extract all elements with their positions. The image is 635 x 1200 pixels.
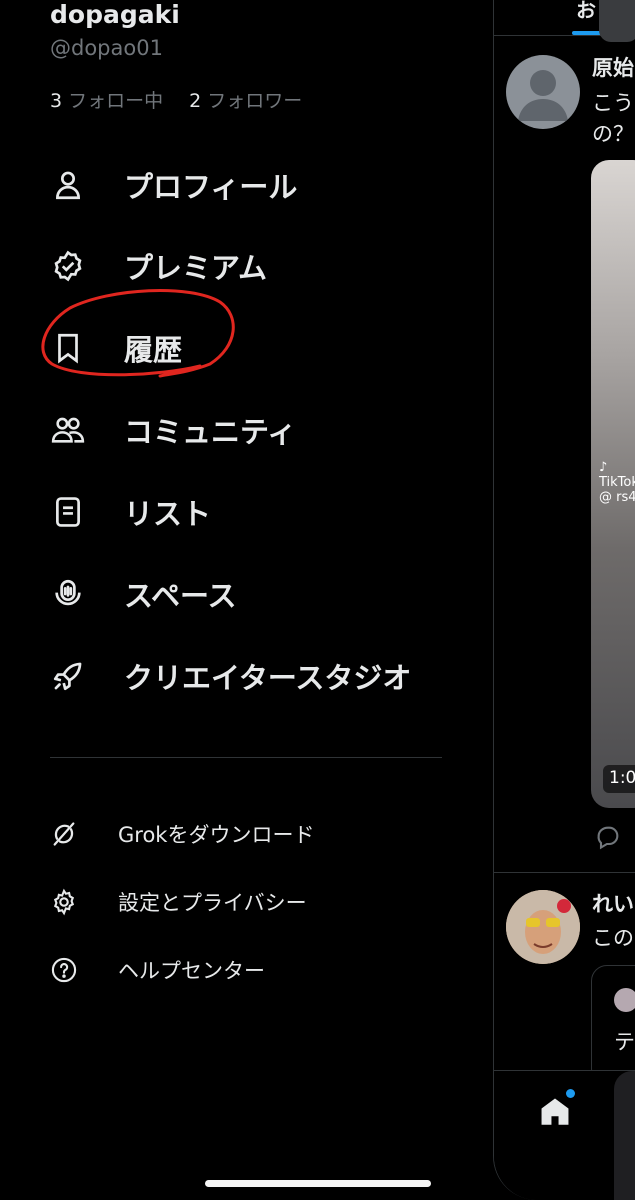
nav-item-label: ヘルプセンター bbox=[118, 959, 265, 983]
home-indicator[interactable] bbox=[205, 1180, 431, 1187]
tiktok-user: @ rs46 bbox=[599, 490, 635, 505]
verified-badge-icon bbox=[48, 246, 88, 286]
tiktok-watermark: ♪ TikTok @ rs46 bbox=[599, 460, 635, 505]
following-label: フォロー中 bbox=[68, 90, 164, 112]
nav-item-settings[interactable]: 設定とプライバシー bbox=[48, 880, 468, 924]
bookmark-icon bbox=[48, 328, 88, 368]
grok-icon bbox=[48, 818, 80, 850]
nav-item-profile[interactable]: プロフィール bbox=[48, 155, 468, 215]
tweet-text: この bbox=[592, 926, 634, 950]
nav-item-grok-download[interactable]: Grokをダウンロード bbox=[48, 812, 468, 856]
display-name[interactable]: dopagaki bbox=[50, 0, 180, 29]
nav-item-creator-studio[interactable]: クリエイタースタジオ bbox=[48, 646, 468, 706]
bottom-tab-bar bbox=[494, 1070, 635, 1200]
section-divider bbox=[50, 757, 442, 758]
home-icon[interactable] bbox=[538, 1095, 572, 1129]
followers-count: 2 bbox=[189, 90, 202, 112]
tab-for-you[interactable]: お bbox=[576, 0, 596, 23]
quoted-tweet-text: テ bbox=[614, 1030, 635, 1054]
nav-item-lists[interactable]: リスト bbox=[48, 482, 468, 542]
nav-item-history[interactable]: 履歴 bbox=[48, 318, 468, 378]
gear-icon bbox=[48, 886, 80, 918]
tweet-author-name[interactable]: れい bbox=[592, 888, 634, 918]
spaces-mic-icon bbox=[48, 574, 88, 614]
notification-dot bbox=[566, 1089, 575, 1098]
tweet-video[interactable]: ♪ TikTok @ rs46 1:0 bbox=[591, 160, 635, 808]
nav-item-label: Grokをダウンロード bbox=[118, 823, 315, 847]
nav-item-label: 設定とプライバシー bbox=[118, 891, 307, 915]
avatar bbox=[614, 988, 635, 1012]
tweet-text: こう bbox=[592, 91, 634, 115]
tiktok-note-icon: ♪ bbox=[599, 460, 608, 475]
nav-item-label: クリエイタースタジオ bbox=[124, 661, 412, 695]
tweet-author-name[interactable]: 原始 bbox=[592, 52, 634, 82]
nav-item-label: コミュニティ bbox=[124, 415, 297, 449]
nav-item-label: 履歴 bbox=[124, 333, 183, 367]
list-icon bbox=[48, 492, 88, 532]
nav-item-label: リスト bbox=[124, 497, 212, 531]
avatar[interactable] bbox=[506, 890, 580, 964]
tweet-divider bbox=[494, 872, 635, 873]
help-icon bbox=[48, 954, 80, 986]
following-count: 3 bbox=[50, 90, 63, 112]
default-avatar-icon bbox=[518, 70, 568, 121]
following-link[interactable]: 3 フォロー中 bbox=[50, 90, 163, 112]
nav-item-label: スペース bbox=[124, 579, 237, 613]
nav-item-communities[interactable]: コミュニティ bbox=[48, 400, 468, 460]
top-overlay-pill bbox=[599, 0, 635, 42]
reply-icon[interactable] bbox=[594, 823, 622, 851]
tweet-text: の？ bbox=[592, 122, 634, 146]
avatar[interactable] bbox=[506, 55, 580, 129]
user-photo bbox=[506, 890, 580, 964]
nav-item-spaces[interactable]: スペース bbox=[48, 564, 468, 624]
people-icon bbox=[48, 410, 88, 450]
tiktok-label: TikTok bbox=[599, 475, 635, 490]
side-handle bbox=[614, 1071, 635, 1200]
nav-item-help-center[interactable]: ヘルプセンター bbox=[48, 948, 468, 992]
nav-item-label: プレミアム bbox=[124, 251, 267, 285]
user-handle: @dopao01 bbox=[50, 36, 163, 60]
follow-stats: 3 フォロー中 2 フォロワー bbox=[50, 86, 322, 113]
side-drawer: dopagaki @dopao01 3 フォロー中 2 フォロワー プロフィール プ… bbox=[0, 0, 492, 1200]
nav-item-premium[interactable]: プレミアム bbox=[48, 236, 468, 296]
home-timeline: お 原始 こう の？ ♪ TikTok @ rs46 1:0 れい この テ bbox=[493, 0, 635, 1200]
video-duration: 1:0 bbox=[603, 765, 635, 793]
person-icon bbox=[48, 165, 88, 205]
rocket-icon bbox=[48, 656, 88, 696]
followers-link[interactable]: 2 フォロワー bbox=[189, 90, 302, 112]
followers-label: フォロワー bbox=[207, 90, 303, 112]
nav-item-label: プロフィール bbox=[124, 170, 298, 204]
quoted-tweet[interactable]: テ bbox=[591, 965, 635, 1085]
